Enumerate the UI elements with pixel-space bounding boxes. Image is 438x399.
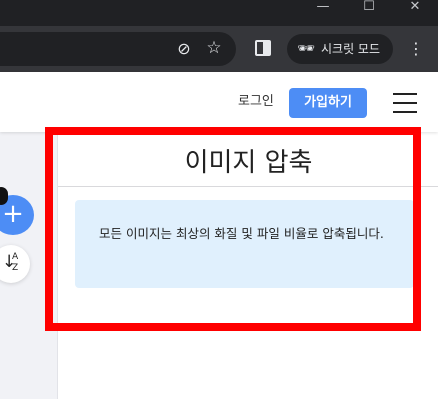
login-link[interactable]: 로그인 — [238, 94, 274, 110]
star-icon[interactable]: ☆ — [204, 39, 224, 59]
signup-button[interactable]: 가입하기 — [289, 88, 367, 118]
incognito-icon: 🕶 — [297, 41, 315, 57]
maximize-button[interactable]: ☐ — [346, 0, 392, 20]
title-divider — [58, 186, 438, 187]
hamburger-menu-icon[interactable] — [393, 93, 417, 113]
site-header: 로그인 가입하기 — [0, 72, 438, 132]
browser-toolbar: ⊘ ☆ 🕶 시크릿 모드 ⋮ — [0, 26, 438, 72]
incognito-indicator[interactable]: 🕶 시크릿 모드 — [287, 34, 393, 64]
side-panel-icon[interactable] — [255, 40, 271, 56]
main-panel: 이미지 압축 모든 이미지는 최상의 화질 및 파일 비율로 압축됩니다. — [57, 132, 438, 399]
address-bar[interactable] — [0, 32, 236, 66]
page-title: 이미지 압축 — [184, 148, 313, 178]
sort-az-icon: AZ — [12, 252, 19, 273]
info-box: 모든 이미지는 최상의 화질 및 파일 비율로 압축됩니다. — [75, 200, 414, 288]
eye-off-icon[interactable]: ⊘ — [174, 40, 194, 58]
kebab-menu-icon[interactable]: ⋮ — [408, 39, 424, 59]
incognito-label: 시크릿 모드 — [321, 42, 381, 56]
close-window-button[interactable]: ✕ — [392, 0, 438, 20]
minimize-button[interactable]: — — [300, 0, 346, 20]
browser-title-bar: — ☐ ✕ — [0, 0, 438, 26]
info-text: 모든 이미지는 최상의 화질 및 파일 비율로 압축됩니다. — [99, 226, 384, 241]
